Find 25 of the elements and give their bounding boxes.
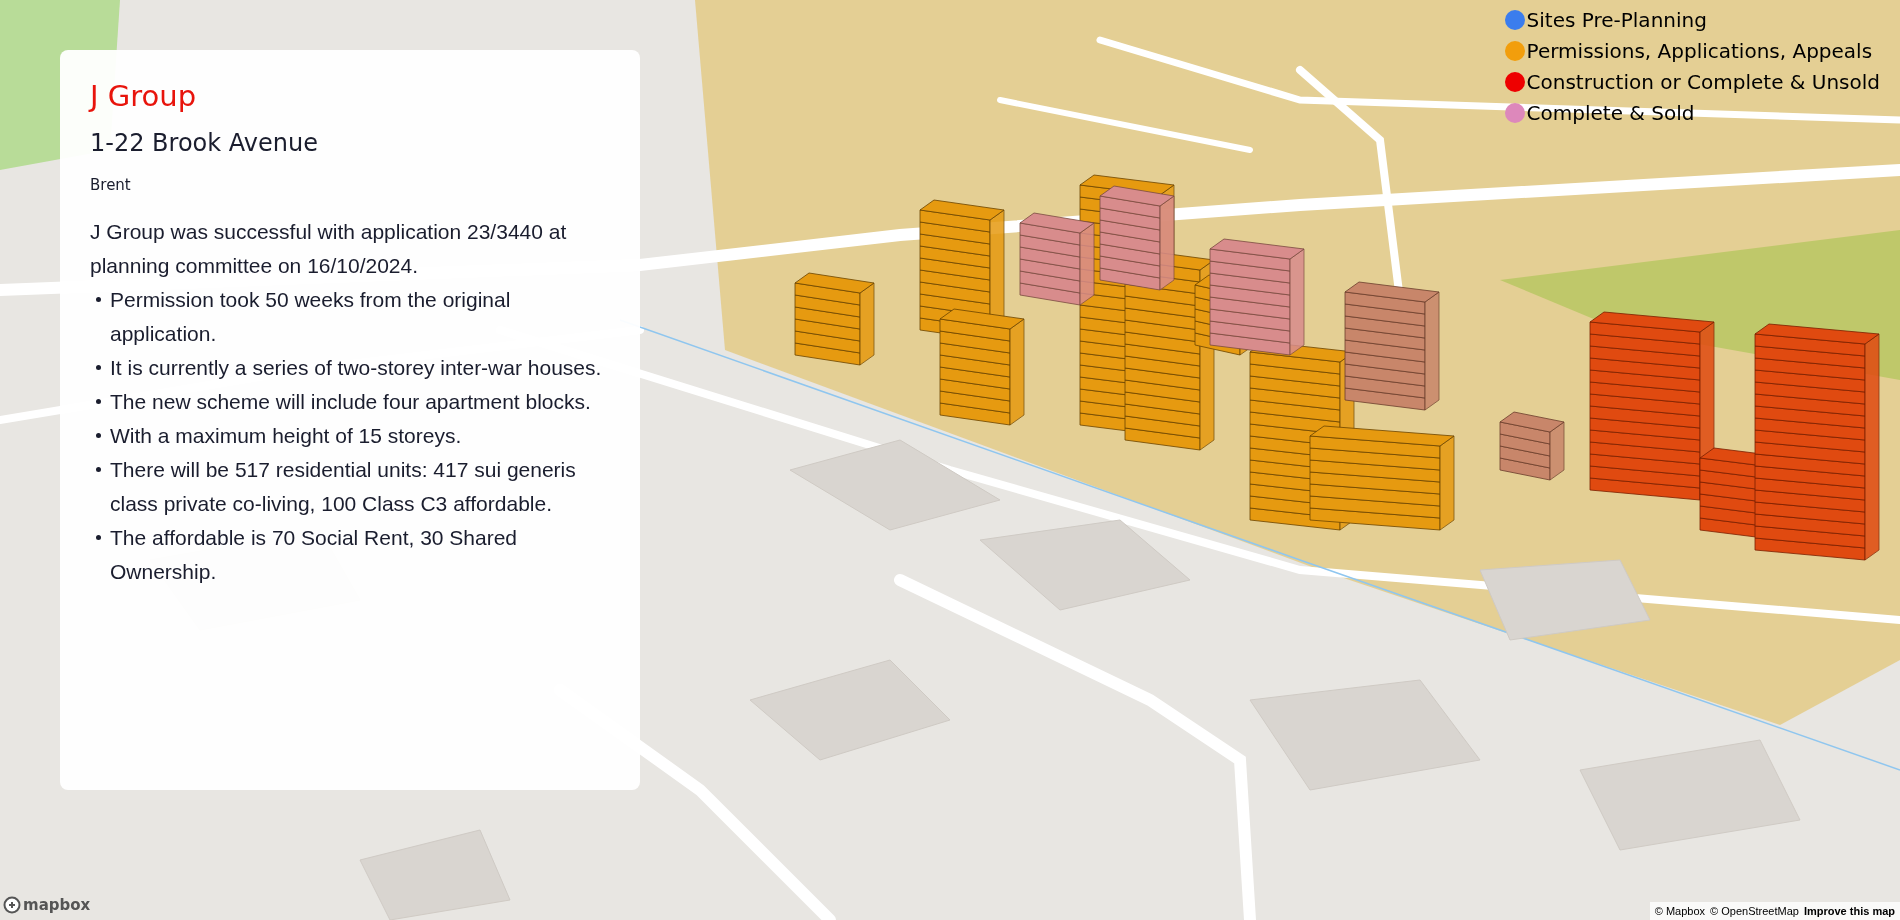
legend-label: Construction or Complete & Unsold [1526,68,1880,96]
bullet-icon [96,364,101,370]
bullet-text: It is currently a series of two-storey inter-war houses. [110,354,602,381]
bullet-icon [96,466,101,472]
legend-label: Complete & Sold [1526,99,1695,127]
bullet-text: There will be 517 residential units: 417 sui generis class private co-living, 100 Class C3 affordable. [110,456,577,517]
attribution-link[interactable]: © OpenStreetMap [1710,902,1799,920]
bullet-text: The new scheme will include four apartment blocks. [110,388,591,415]
bullet-icon [96,296,101,302]
bullet-icon [96,398,101,404]
mapbox-mark-icon [3,895,21,914]
attribution-link[interactable]: © Mapbox [1654,902,1706,920]
bullet-text: The affordable is 70 Social Rent, 30 Shared Ownership. [110,524,519,585]
summary-text: J Group was successful with application 23/3440 at planning committee on 16/10/2024. [90,218,568,279]
developer-name: J Group [90,78,198,115]
bullet-text: With a maximum height of 15 storeys. [110,422,462,449]
attribution-link[interactable]: Improve this map [1803,902,1895,920]
mapbox-wordmark: mapbox [23,894,91,916]
borough-name: Brent [90,175,132,197]
legend-label: Permissions, Applications, Appeals [1526,37,1873,65]
site-address: 1-22 Brook Avenue [90,128,319,159]
bullet-text: Permission took 50 weeks from the original application. [110,286,512,347]
bullet-icon [96,534,101,540]
bullet-icon [96,432,101,438]
legend-label: Sites Pre-Planning [1526,6,1707,34]
